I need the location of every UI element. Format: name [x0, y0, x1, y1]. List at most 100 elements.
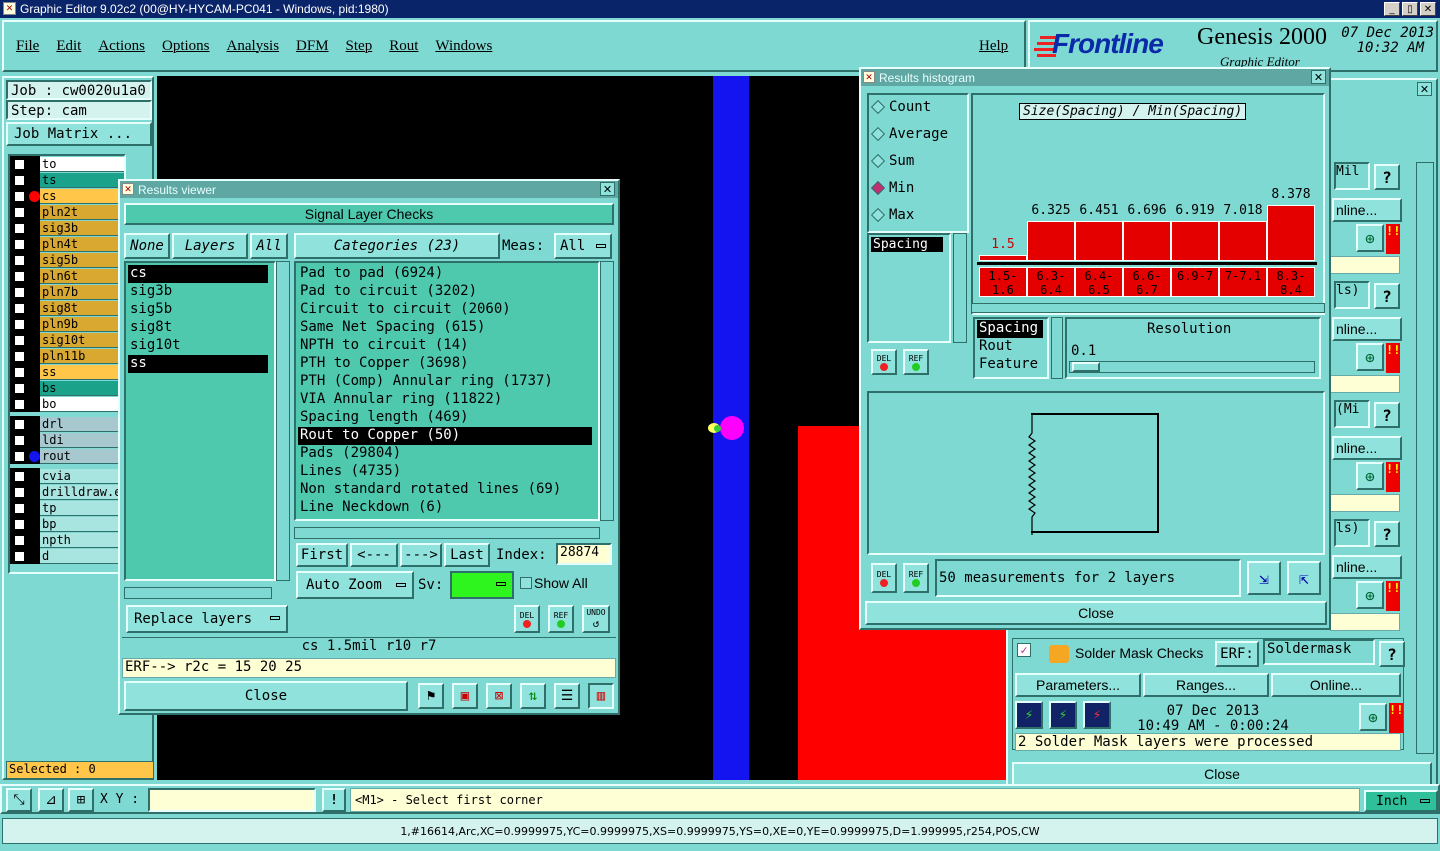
menu-step[interactable]: Step	[346, 38, 373, 55]
layer-name[interactable]: sig10t	[40, 332, 124, 348]
layer-name[interactable]: to	[40, 156, 124, 172]
preview-ref-button[interactable]: REF	[903, 563, 929, 593]
layer-checkbox[interactable]	[14, 158, 25, 170]
layer-toggle[interactable]	[10, 396, 40, 412]
layer-name[interactable]: sig5b	[40, 252, 124, 268]
layer-toggle[interactable]	[10, 156, 40, 172]
layer-checkbox[interactable]	[14, 366, 25, 378]
histogram-bar[interactable]	[1075, 220, 1123, 261]
category-item[interactable]: NPTH to circuit (14)	[298, 337, 592, 355]
layer-row[interactable]: sig3b	[10, 220, 124, 236]
auto-zoom-dropdown[interactable]: Auto Zoom	[296, 571, 414, 599]
undo-button[interactable]: UNDO ↺	[582, 605, 610, 633]
mode-radio[interactable]: Max	[870, 207, 914, 223]
show-all-checkbox[interactable]	[520, 577, 532, 589]
layer-row[interactable]: bp	[10, 516, 124, 532]
result-layer-item[interactable]: ss	[128, 355, 268, 373]
layer-name[interactable]: rout	[40, 448, 124, 464]
layer-toggle[interactable]	[10, 448, 40, 464]
layer-toggle[interactable]	[10, 204, 40, 220]
layer-toggle[interactable]	[10, 500, 40, 516]
meas-dropdown[interactable]: All	[554, 233, 612, 259]
layer-toggle[interactable]	[10, 332, 40, 348]
categories-hscroll[interactable]	[294, 527, 600, 539]
radio-diamond-icon[interactable]	[870, 180, 886, 196]
hist-ref-button[interactable]: REF	[903, 349, 929, 375]
histogram-bar[interactable]	[1123, 220, 1171, 261]
layer-row[interactable]: pln2t	[10, 204, 124, 220]
help-button[interactable]: ?	[1374, 164, 1400, 190]
radio-diamond-icon[interactable]	[870, 153, 886, 169]
layer-name[interactable]: npth	[40, 532, 124, 548]
help-button[interactable]: ?	[1374, 402, 1400, 428]
histogram-bar[interactable]	[1027, 220, 1075, 261]
layer-toggle[interactable]	[10, 380, 40, 396]
run-all-icon[interactable]: ⚡	[1049, 701, 1077, 729]
histogram-bar[interactable]	[979, 255, 1027, 261]
help-button[interactable]: ?	[1374, 283, 1400, 309]
layer-toggle[interactable]	[10, 516, 40, 532]
ranges-button[interactable]: Ranges...	[1143, 673, 1269, 697]
preview-del-button[interactable]: DEL	[871, 563, 897, 593]
checks-close-icon[interactable]: ✕	[1417, 82, 1432, 96]
layer-checkbox[interactable]	[14, 334, 25, 346]
export-icon[interactable]: ⇲	[1247, 561, 1281, 595]
layer-row[interactable]: pln9b	[10, 316, 124, 332]
layer-name[interactable]: d	[40, 548, 124, 564]
grid-icon[interactable]: ⊞	[68, 788, 94, 812]
last-button[interactable]: Last	[444, 543, 490, 567]
histogram-bar[interactable]	[1171, 220, 1219, 261]
layers-list[interactable]: cs sig3b sig5b sig8t sig10t ss	[124, 261, 276, 581]
layer-name[interactable]: pln11b	[40, 348, 124, 364]
layer-toggle[interactable]	[10, 220, 40, 236]
help-button[interactable]: ?	[1379, 641, 1405, 667]
online-button[interactable]: nline...	[1332, 555, 1402, 579]
layer-row[interactable]: ts	[10, 172, 124, 188]
xy-input[interactable]	[148, 788, 316, 812]
layer-name[interactable]: bp	[40, 516, 124, 532]
layer-checkbox[interactable]	[14, 318, 25, 330]
layer-toggle[interactable]	[10, 300, 40, 316]
category-item[interactable]: Pads (29804)	[298, 445, 592, 463]
check-enable-checkbox[interactable]: ✓	[1017, 643, 1031, 657]
list-report-icon[interactable]: ☰	[554, 683, 580, 709]
layer-row[interactable]: sig8t	[10, 300, 124, 316]
radio-diamond-icon[interactable]	[870, 126, 886, 142]
layer-row[interactable]: to	[10, 156, 124, 172]
type-item[interactable]: Rout	[977, 338, 1045, 356]
categories-list[interactable]: Pad to pad (6924) Pad to circuit (3202) Ci…	[294, 261, 600, 521]
layer-checkbox[interactable]	[14, 450, 25, 462]
layer-checkbox[interactable]	[14, 418, 25, 430]
category-item[interactable]: Lines (4735)	[298, 463, 592, 481]
menu-file[interactable]: File	[16, 38, 39, 55]
layer-toggle[interactable]	[10, 284, 40, 300]
layer-row[interactable]: cvia	[10, 468, 124, 484]
type-item[interactable]: Feature	[977, 356, 1045, 374]
layer-toggle[interactable]	[10, 484, 40, 500]
layer-name[interactable]: drl	[40, 416, 124, 432]
layer-toggle[interactable]	[10, 236, 40, 252]
layer-checkbox[interactable]	[14, 238, 25, 250]
layer-toggle[interactable]	[10, 252, 40, 268]
type-list[interactable]: Spacing Rout Feature	[973, 317, 1049, 379]
layer-row[interactable]: pln4t	[10, 236, 124, 252]
next-button[interactable]: --->	[400, 543, 442, 567]
layer-checkbox[interactable]	[14, 190, 25, 202]
maximize-button[interactable]: ▯	[1402, 2, 1418, 16]
layers-list-scrollbar[interactable]	[276, 261, 290, 581]
menu-analysis[interactable]: Analysis	[227, 38, 280, 55]
layer-checkbox[interactable]	[14, 398, 25, 410]
layer-row[interactable]: rout	[10, 448, 124, 464]
sort-icon[interactable]: ⇅	[520, 683, 546, 709]
zoom-area-icon[interactable]: ⤡	[6, 788, 32, 812]
measure-list-scrollbar[interactable]	[953, 233, 967, 343]
layer-toggle[interactable]	[10, 188, 40, 204]
layer-checkbox[interactable]	[14, 286, 25, 298]
layer-name[interactable]: bs	[40, 380, 124, 396]
online-button[interactable]: nline...	[1332, 317, 1402, 341]
resolution-slider-thumb[interactable]	[1072, 362, 1100, 372]
category-item[interactable]: Pad to circuit (3202)	[298, 283, 592, 301]
category-item[interactable]: Non standard rotated lines (69)	[298, 481, 592, 499]
erf-field-partial[interactable]: ls)	[1334, 519, 1370, 547]
layer-row[interactable]: drl	[10, 416, 124, 432]
